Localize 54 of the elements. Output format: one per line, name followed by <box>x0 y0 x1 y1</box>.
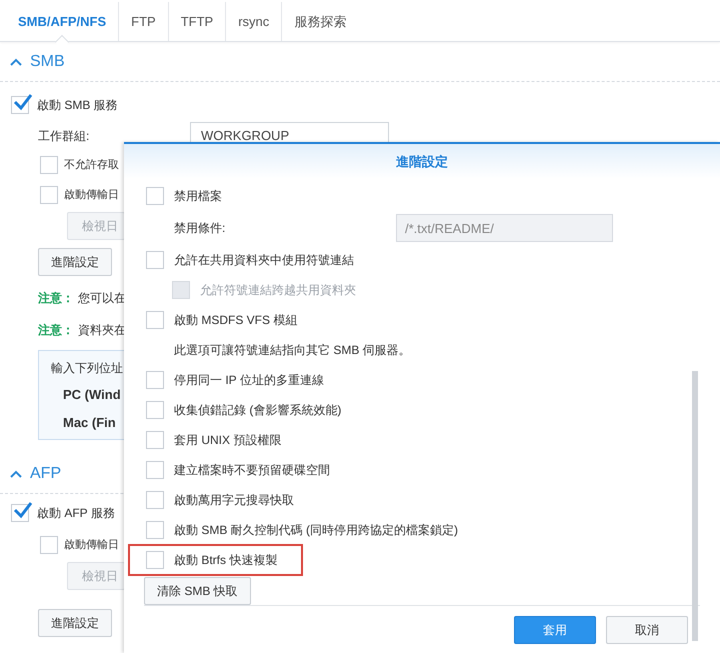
tab[interactable]: 服務探索 <box>282 2 358 41</box>
address-label: Mac (Fin <box>62 414 117 432</box>
button[interactable]: 進階設定 <box>38 609 112 637</box>
checkbox[interactable] <box>146 371 164 390</box>
checkbox[interactable] <box>40 536 58 554</box>
option-label: 套用 UNIX 預設權限 <box>174 432 282 450</box>
dialog-title: 進階設定 <box>396 152 448 171</box>
tab[interactable]: FTP <box>119 2 168 41</box>
field-label: 工作群組: <box>38 128 90 145</box>
note-label: 注意： <box>38 290 74 307</box>
checkmark-icon <box>13 501 33 519</box>
checkbox[interactable] <box>146 311 164 330</box>
checkbox[interactable] <box>40 186 58 204</box>
option-label: 啟動傳輸日 <box>64 538 119 553</box>
checkbox[interactable] <box>146 401 164 420</box>
chevron-up-icon[interactable] <box>10 470 22 478</box>
checkbox[interactable] <box>146 187 164 206</box>
option-label: 啟動 AFP 服務 <box>37 505 115 522</box>
option-label: 啟動傳輸日 <box>64 188 119 203</box>
address-label: PC (Wind <box>62 386 122 404</box>
section-title: SMB <box>30 52 65 72</box>
checkbox[interactable] <box>146 521 164 540</box>
option-label: 收集偵錯記錄 (會影響系統效能) <box>174 402 342 420</box>
option-label: 不允許存取 <box>64 158 119 173</box>
option-label: 禁用檔案 <box>174 188 222 206</box>
option-label: 停用同一 IP 位址的多重連線 <box>174 372 324 390</box>
tab[interactable]: rsync <box>226 2 282 41</box>
chevron-up-icon[interactable] <box>10 58 22 66</box>
option-label: 允許在共用資料夾中使用符號連結 <box>174 252 354 270</box>
option-label: 啟動萬用字元搜尋快取 <box>174 492 294 510</box>
tab[interactable]: SMB/AFP/NFS <box>6 2 118 41</box>
option-label: 啟動 SMB 服務 <box>37 97 118 114</box>
panel-text: 輸入下列位址 <box>51 360 124 377</box>
checkbox[interactable] <box>146 461 164 480</box>
checkbox[interactable] <box>146 431 164 450</box>
option-label: 啟動 Btrfs 快速複製 <box>174 552 278 570</box>
checkbox[interactable] <box>146 551 164 570</box>
field-label: 禁用條件: <box>174 220 226 238</box>
checkbox[interactable] <box>146 491 164 510</box>
dialog-button[interactable]: 取消 <box>606 616 688 644</box>
button[interactable]: 進階設定 <box>38 248 112 276</box>
option-label: 啟動 MSDFS VFS 模組 <box>174 312 298 330</box>
checkbox[interactable] <box>40 156 58 174</box>
scrollbar[interactable] <box>692 371 698 642</box>
option-label: 允許符號連結跨越共用資料夾 <box>200 282 356 300</box>
note-label: 注意： <box>38 322 74 339</box>
option-label: 啟動 SMB 耐久控制代碼 (同時停用跨協定的檔案鎖定) <box>174 522 458 540</box>
checkbox[interactable] <box>146 251 164 270</box>
button[interactable]: 清除 SMB 快取 <box>144 577 251 606</box>
description-text: 此選項可讓符號連結指向其它 SMB 伺服器。 <box>174 342 411 360</box>
section-title: AFP <box>30 464 62 484</box>
option-label: 建立檔案時不要預留硬碟空間 <box>174 462 330 480</box>
tab[interactable]: TFTP <box>168 2 226 41</box>
checkmark-icon <box>13 93 33 111</box>
